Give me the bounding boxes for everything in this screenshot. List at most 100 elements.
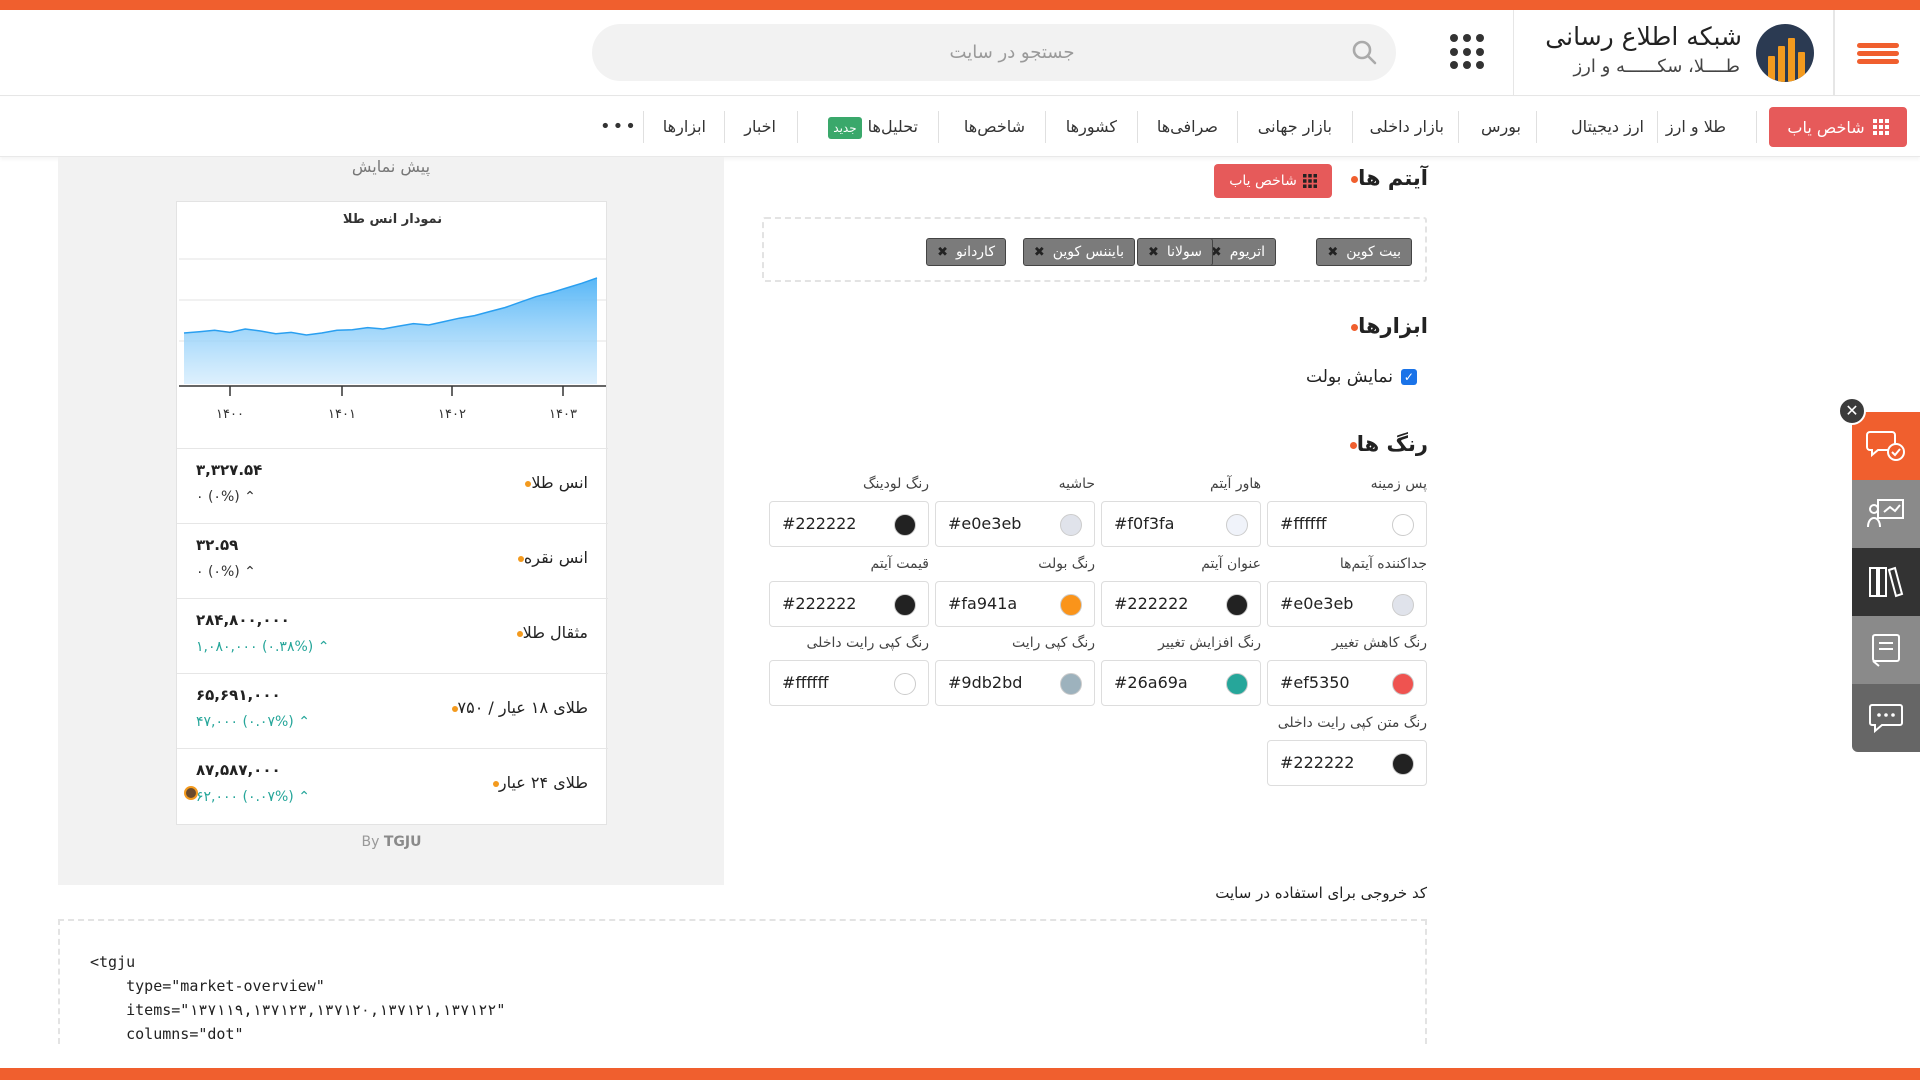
- library-books-icon[interactable]: [1852, 548, 1920, 616]
- nav-item-countries[interactable]: کشورها: [1066, 97, 1117, 157]
- list-item[interactable]: انس طلا ۳,۳۲۷.۵۴ ۰ (۰%) ⌃: [177, 448, 608, 523]
- nav-item-domestic-market[interactable]: بازار داخلی: [1370, 97, 1444, 157]
- caret-up-icon: ⌃: [298, 789, 310, 805]
- preview-title: پیش نمایش: [351, 157, 431, 176]
- close-side-tabs-icon[interactable]: ✕: [1838, 397, 1866, 425]
- color-swatch[interactable]: [894, 514, 916, 536]
- nav-item-bourse[interactable]: بورس: [1481, 97, 1521, 157]
- color-swatch[interactable]: [1226, 514, 1248, 536]
- item-change: ۴۷,۰۰۰ (۰.۰۷%) ⌃: [196, 714, 310, 730]
- color-swatch[interactable]: [1060, 673, 1082, 695]
- nav-more-button[interactable]: •••: [600, 97, 638, 157]
- color-hex-value[interactable]: #e0e3eb: [1280, 594, 1353, 613]
- item-change-value: ۰ (۰%): [196, 564, 240, 580]
- show-bullet-checkbox[interactable]: ✓: [1400, 369, 1417, 385]
- item-name: انس طلا: [515, 473, 588, 492]
- output-code-box[interactable]: <tgju type="market-overview" items="۱۳۷۱…: [58, 919, 1427, 1044]
- nav-finder-label: شاخص یاب: [1787, 117, 1865, 137]
- chat-bubble-icon[interactable]: [1852, 684, 1920, 752]
- color-hex-value[interactable]: #e0e3eb: [948, 514, 1021, 533]
- color-hex-value[interactable]: #26a69a: [1114, 673, 1188, 692]
- color-swatch[interactable]: [1226, 673, 1248, 695]
- widget-byline[interactable]: By TGJU: [176, 834, 607, 850]
- color-hex-value[interactable]: #9db2bd: [948, 673, 1022, 692]
- list-item[interactable]: مثقال طلا ۲۸۴,۸۰۰,۰۰۰ ۱,۰۸۰,۰۰۰ (۰.۳۸%) …: [177, 598, 608, 673]
- color-swatch[interactable]: [1392, 594, 1414, 616]
- item-tag[interactable]: بایننس کوین ✖: [1022, 238, 1135, 266]
- item-change: ۶۲,۰۰۰ (۰.۰۷%) ⌃: [196, 789, 310, 805]
- item-tag[interactable]: بیت کوین ✖: [1316, 238, 1412, 266]
- remove-tag-icon[interactable]: ✖: [937, 245, 948, 260]
- item-price: ۸۷,۵۸۷,۰۰۰: [196, 761, 281, 779]
- bullet-icon: [1349, 441, 1357, 449]
- nav-item-news[interactable]: اخبار: [744, 97, 776, 157]
- brand-title[interactable]: شبکه اطلاع رسانی: [1545, 22, 1742, 51]
- hamburger-menu-icon[interactable]: [1834, 10, 1920, 96]
- nav-item-crypto[interactable]: ارز دیجیتال: [1571, 97, 1644, 157]
- nav-item-exchanges[interactable]: صرافی‌ها: [1157, 97, 1218, 157]
- color-hex-value[interactable]: #222222: [782, 514, 856, 533]
- color-hex-value[interactable]: #ffffff: [782, 673, 828, 692]
- color-input[interactable]: #ffffff: [1267, 501, 1427, 547]
- color-hex-value[interactable]: #ffffff: [1280, 514, 1326, 533]
- remove-tag-icon[interactable]: ✖: [1034, 245, 1045, 260]
- color-input[interactable]: #222222: [769, 501, 929, 547]
- color-hex-value[interactable]: #fa941a: [948, 594, 1017, 613]
- search-icon[interactable]: [1350, 38, 1378, 66]
- nav-finder-button[interactable]: شاخص یاب: [1769, 107, 1907, 147]
- nav-item-indices[interactable]: شاخص‌ها: [964, 97, 1025, 157]
- show-bullet-option[interactable]: ✓ نمایش بولت: [1306, 365, 1417, 389]
- color-swatch[interactable]: [1060, 594, 1082, 616]
- color-field-label: رنگ افزایش تغییر: [1158, 635, 1261, 651]
- site-logo[interactable]: [1756, 24, 1814, 82]
- color-swatch[interactable]: [1060, 514, 1082, 536]
- search-input[interactable]: [652, 24, 1372, 81]
- color-input[interactable]: #222222: [1101, 581, 1261, 627]
- color-swatch[interactable]: [894, 594, 916, 616]
- list-item[interactable]: طلای ۲۴ عیار ۸۷,۵۸۷,۰۰۰ ۶۲,۰۰۰ (۰.۰۷%) ⌃: [177, 748, 608, 823]
- item-tag[interactable]: کاردانو ✖: [926, 238, 1006, 266]
- color-input[interactable]: #fa941a: [935, 581, 1095, 627]
- apps-grid-icon[interactable]: [1450, 34, 1486, 70]
- color-input[interactable]: #26a69a: [1101, 660, 1261, 706]
- color-input[interactable]: #e0e3eb: [1267, 581, 1427, 627]
- color-hex-value[interactable]: #222222: [1114, 594, 1188, 613]
- color-input[interactable]: #ef5350: [1267, 660, 1427, 706]
- color-hex-value[interactable]: #222222: [782, 594, 856, 613]
- color-swatch[interactable]: [1392, 673, 1414, 695]
- show-bullet-label: نمایش بولت: [1306, 367, 1393, 387]
- color-swatch[interactable]: [1226, 594, 1248, 616]
- color-input[interactable]: #222222: [1267, 740, 1427, 786]
- color-swatch[interactable]: [894, 673, 916, 695]
- item-name: انس نقره: [508, 548, 588, 567]
- remove-tag-icon[interactable]: ✖: [1327, 245, 1338, 260]
- color-field-label: رنگ کاهش تغییر: [1331, 635, 1427, 651]
- remove-tag-icon[interactable]: ✖: [1148, 245, 1159, 260]
- output-code-label: کد خروجی برای استفاده در سایت: [1215, 884, 1427, 902]
- gold-ounce-chart: ۱۴۰۰ ۱۴۰۱ ۱۴۰۲ ۱۴۰۳: [179, 258, 606, 422]
- color-input[interactable]: #9db2bd: [935, 660, 1095, 706]
- item-change: ۰ (۰%) ⌃: [196, 489, 256, 505]
- grid-icon: [1872, 119, 1889, 135]
- color-input[interactable]: #e0e3eb: [935, 501, 1095, 547]
- color-field-label: عنوان آیتم: [1201, 556, 1261, 572]
- color-swatch[interactable]: [1392, 514, 1414, 536]
- color-hex-value[interactable]: #222222: [1280, 753, 1354, 772]
- color-input[interactable]: #222222: [769, 581, 929, 627]
- color-hex-value[interactable]: #f0f3fa: [1114, 514, 1174, 533]
- document-message-icon[interactable]: [1852, 616, 1920, 684]
- teacher-board-icon[interactable]: [1852, 480, 1920, 548]
- items-finder-button[interactable]: شاخص یاب: [1214, 164, 1332, 198]
- color-input[interactable]: #ffffff: [769, 660, 929, 706]
- color-hex-value[interactable]: #ef5350: [1280, 673, 1350, 692]
- support-chat-icon[interactable]: [1852, 412, 1920, 480]
- list-item[interactable]: طلای ۱۸ عیار / ۷۵۰ ۶۵,۶۹۱,۰۰۰ ۴۷,۰۰۰ (۰.…: [177, 673, 608, 748]
- list-item[interactable]: انس نقره ۳۲.۵۹ ۰ (۰%) ⌃: [177, 523, 608, 598]
- nav-item-tools[interactable]: ابزارها: [663, 97, 706, 157]
- color-swatch[interactable]: [1392, 753, 1414, 775]
- nav-item-world-market[interactable]: بازار جهانی: [1258, 97, 1332, 157]
- item-tag[interactable]: سولانا ✖: [1136, 238, 1213, 266]
- nav-item-gold-currency[interactable]: طلا و ارز: [1666, 97, 1726, 157]
- nav-item-analyses[interactable]: تحلیل‌ها جدید: [828, 97, 918, 157]
- color-input[interactable]: #f0f3fa: [1101, 501, 1261, 547]
